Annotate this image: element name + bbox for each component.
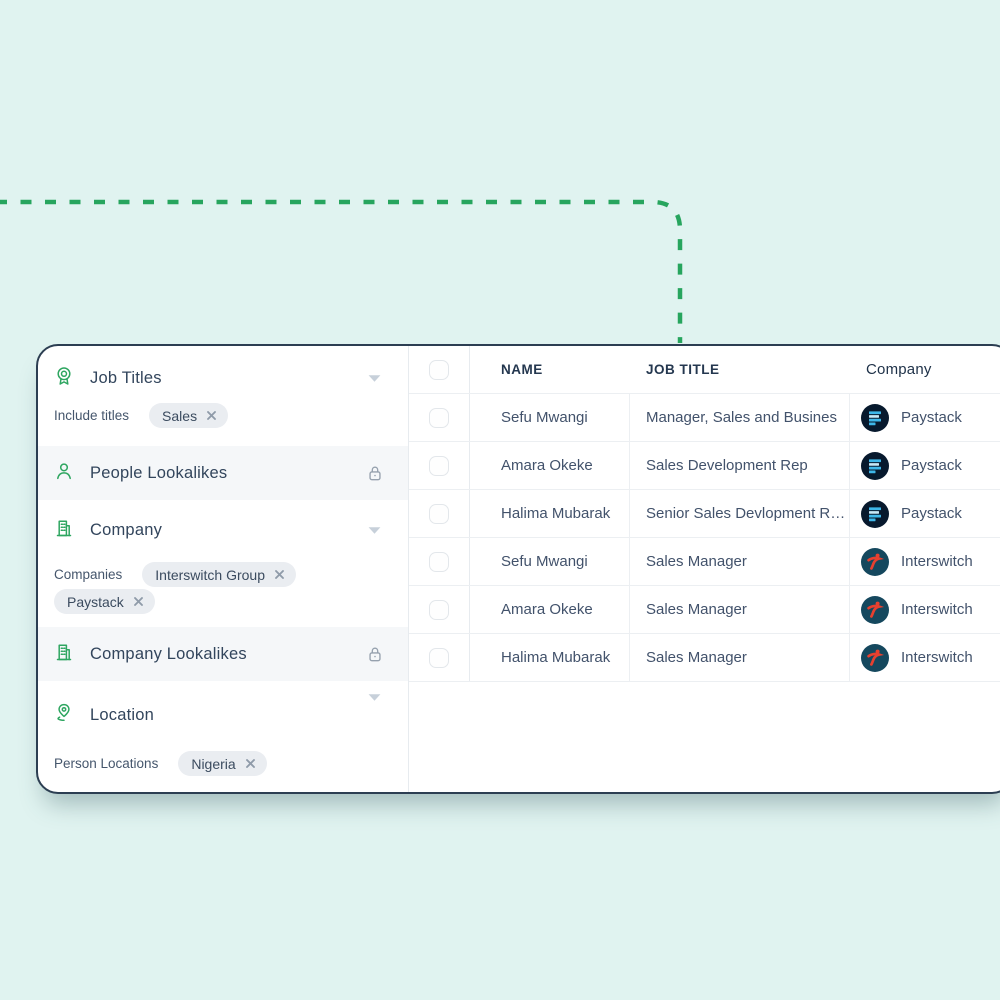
filter-chip-nigeria[interactable]: Nigeria (178, 751, 266, 776)
section-title: Company (90, 521, 162, 540)
section-job-titles[interactable]: Job Titles (38, 354, 408, 402)
company-cell: Paystack (901, 457, 962, 474)
building-icon (54, 642, 74, 667)
table-row[interactable]: Sefu Mwangi Sales Manager Interswitch (409, 538, 1000, 586)
chip-label: Interswitch Group (155, 567, 265, 583)
name-cell: Sefu Mwangi (470, 538, 630, 585)
building-icon (54, 518, 74, 543)
name-cell: Halima Mubarak (470, 634, 630, 681)
ribbon-badge-icon (54, 366, 74, 391)
filter-chip-paystack[interactable]: Paystack (54, 589, 155, 614)
column-header-job-title: JOB TITLE (630, 346, 850, 393)
filter-sidebar: Job Titles Include titles Sales People L… (38, 346, 408, 792)
row-checkbox[interactable] (429, 456, 449, 476)
table-header-row: NAME JOB TITLE Company (409, 346, 1000, 394)
person-locations-field: Person Locations Nigeria (54, 751, 348, 776)
section-company[interactable]: Company (38, 506, 408, 554)
job-title-cell: Sales Manager (630, 538, 850, 585)
table-row[interactable]: Sefu Mwangi Manager, Sales and Busines P… (409, 394, 1000, 442)
name-cell: Amara Okeke (470, 442, 630, 489)
chip-label: Sales (162, 408, 197, 424)
table-row[interactable]: Halima Mubarak Senior Sales Devlopment R… (409, 490, 1000, 538)
job-title-cell: Sales Manager (630, 586, 850, 633)
name-cell: Amara Okeke (470, 586, 630, 633)
section-company-lookalikes[interactable]: Company Lookalikes (38, 627, 408, 681)
interswitch-logo-icon (861, 596, 889, 624)
results-table: NAME JOB TITLE Company Sefu Mwangi Manag… (408, 346, 1000, 792)
remove-icon[interactable] (206, 410, 217, 421)
column-header-name: NAME (470, 346, 630, 393)
company-cell: Paystack (901, 505, 962, 522)
section-location[interactable]: Location (38, 691, 408, 739)
name-cell: Sefu Mwangi (470, 394, 630, 441)
map-pin-icon (54, 702, 74, 728)
company-cell: Interswitch (901, 601, 973, 618)
row-checkbox[interactable] (429, 408, 449, 428)
section-title: Company Lookalikes (90, 645, 247, 664)
table-row[interactable]: Amara Okeke Sales Manager Interswitch (409, 586, 1000, 634)
chevron-down-icon[interactable] (367, 374, 382, 383)
row-checkbox[interactable] (429, 504, 449, 524)
filter-chip-interswitch-group[interactable]: Interswitch Group (142, 562, 296, 587)
interswitch-logo-icon (861, 548, 889, 576)
prospecting-card: Job Titles Include titles Sales People L… (36, 344, 1000, 794)
company-cell: Interswitch (901, 649, 973, 666)
field-label: Person Locations (54, 751, 158, 776)
job-title-cell: Sales Manager (630, 634, 850, 681)
job-title-cell: Manager, Sales and Busines (630, 394, 850, 441)
chevron-down-icon[interactable] (367, 526, 382, 535)
chip-label: Nigeria (191, 756, 235, 772)
lock-icon (366, 645, 384, 663)
section-title: Job Titles (90, 369, 162, 388)
chip-label: Paystack (67, 594, 124, 610)
table-row[interactable]: Halima Mubarak Sales Manager Interswitch (409, 634, 1000, 682)
row-checkbox[interactable] (429, 552, 449, 572)
column-header-company: Company (850, 346, 1000, 393)
remove-icon[interactable] (133, 596, 144, 607)
job-title-cell: Sales Development Rep (630, 442, 850, 489)
include-titles-field: Include titles Sales (54, 403, 348, 428)
remove-icon[interactable] (274, 569, 285, 580)
paystack-logo-icon (861, 500, 889, 528)
field-label: Companies (54, 562, 122, 587)
chevron-down-icon[interactable] (367, 693, 382, 702)
job-title-cell: Senior Sales Devlopment R… (630, 490, 850, 537)
row-checkbox[interactable] (429, 600, 449, 620)
table-row[interactable]: Amara Okeke Sales Development Rep Paysta… (409, 442, 1000, 490)
lock-icon (366, 464, 384, 482)
interswitch-logo-icon (861, 644, 889, 672)
filter-chip-sales[interactable]: Sales (149, 403, 228, 428)
section-people-lookalikes[interactable]: People Lookalikes (38, 446, 408, 500)
companies-field: Companies Interswitch Group Paystack (54, 562, 358, 614)
table-empty-area (409, 682, 1000, 792)
paystack-logo-icon (861, 452, 889, 480)
header-checkbox-cell (409, 346, 470, 393)
paystack-logo-icon (861, 404, 889, 432)
section-title: Location (90, 706, 154, 725)
select-all-checkbox[interactable] (429, 360, 449, 380)
section-title: People Lookalikes (90, 464, 227, 483)
remove-icon[interactable] (245, 758, 256, 769)
company-cell: Paystack (901, 409, 962, 426)
row-checkbox[interactable] (429, 648, 449, 668)
name-cell: Halima Mubarak (470, 490, 630, 537)
company-cell: Interswitch (901, 553, 973, 570)
person-icon (54, 461, 74, 486)
field-label: Include titles (54, 403, 129, 428)
